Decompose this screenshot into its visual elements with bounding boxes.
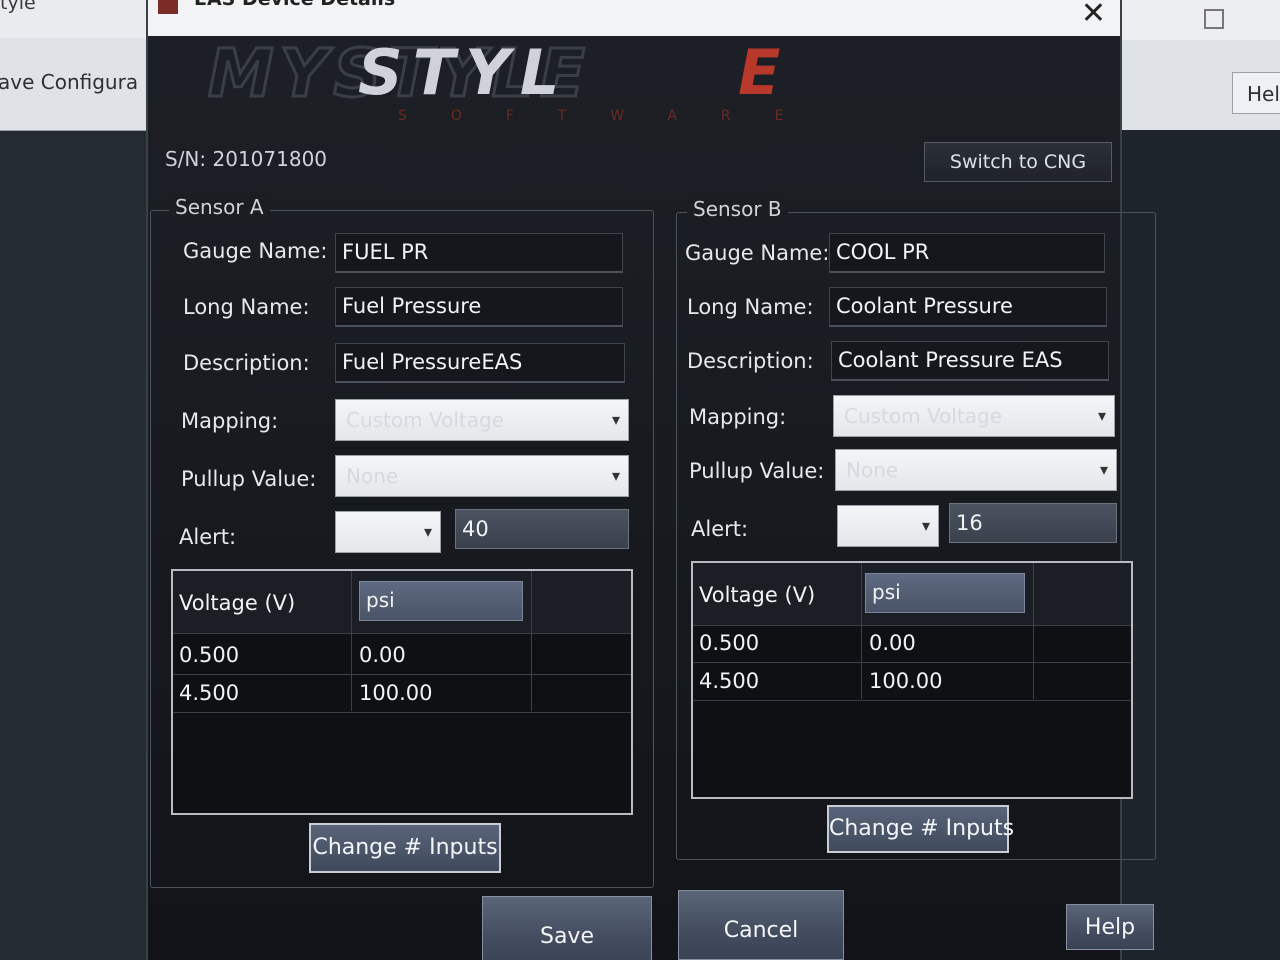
background-titlebar-right <box>1122 0 1280 40</box>
sensor-a-mapping-table: Voltage (V) psi 0.500 0.00 4.500 100.00 <box>171 569 633 815</box>
close-icon[interactable]: ✕ <box>1081 0 1106 31</box>
chevron-down-icon: ▾ <box>611 410 620 429</box>
value-cell[interactable]: 100.00 <box>869 663 942 700</box>
sensor-b-mapping-select[interactable]: Custom Voltage ▾ <box>833 395 1115 437</box>
sensor-a-group: Sensor A Gauge Name: FUEL PR Long Name: … <box>150 195 654 888</box>
help-button[interactable]: Help <box>1066 904 1154 950</box>
eas-device-details-dialog: EAS Device Details ✕ MYSTYLE STYL E SOFT… <box>146 0 1156 960</box>
background-app-title: tyle <box>0 0 36 14</box>
sensor-b-mapping-value: Custom Voltage <box>844 404 1002 428</box>
logo-e: E <box>738 44 780 109</box>
chevron-down-icon: ▾ <box>611 466 620 485</box>
long-name-label: Long Name: <box>183 295 310 319</box>
sensor-b-description-input[interactable]: Coolant Pressure EAS <box>831 341 1109 381</box>
gauge-name-label: Gauge Name: <box>183 239 328 263</box>
sensor-a-pullup-select[interactable]: None ▾ <box>335 455 629 497</box>
value-cell[interactable]: 100.00 <box>359 675 432 712</box>
sensor-b-mapping-table: Voltage (V) psi 0.500 0.00 4.500 100.00 <box>691 561 1133 799</box>
switch-to-cng-button[interactable]: Switch to CNG <box>924 142 1112 182</box>
mapping-label: Mapping: <box>181 409 279 433</box>
value-cell[interactable]: 0.00 <box>359 637 406 674</box>
sensor-a-description-input[interactable]: Fuel PressureEAS <box>335 343 625 383</box>
save-button[interactable]: Save <box>482 896 652 960</box>
unit-column-header[interactable]: psi <box>865 573 1025 613</box>
chevron-down-icon: ▾ <box>1099 460 1108 479</box>
sensor-a-legend: Sensor A <box>169 195 270 219</box>
sensor-a-mapping-value: Custom Voltage <box>346 408 504 432</box>
background-toolbar-right: Hel <box>1122 40 1280 130</box>
sensor-a-long-name-input[interactable]: Fuel Pressure <box>335 287 623 327</box>
value-cell[interactable]: 0.00 <box>869 625 916 662</box>
sensor-a-alert-condition-select[interactable]: ▾ <box>335 511 441 553</box>
sensor-b-alert-value-input[interactable]: 16 <box>949 503 1117 543</box>
sensor-b-long-name-input[interactable]: Coolant Pressure <box>829 287 1107 327</box>
table-row[interactable]: 4.500 100.00 <box>693 663 1131 701</box>
sensor-b-pullup-select[interactable]: None ▾ <box>835 449 1117 491</box>
chevron-down-icon: ▾ <box>921 516 930 535</box>
description-label: Description: <box>183 351 310 375</box>
dialog-titlebar: EAS Device Details ✕ <box>148 0 1120 36</box>
sensor-a-gauge-name-input[interactable]: FUEL PR <box>335 233 623 273</box>
voltage-column-header: Voltage (V) <box>179 591 296 615</box>
alert-label: Alert: <box>179 525 237 549</box>
maximize-icon[interactable] <box>1204 9 1224 29</box>
sensor-a-pullup-value: None <box>346 464 399 488</box>
background-app-window: tyle ave Configura <box>0 0 150 960</box>
background-help-button[interactable]: Hel <box>1232 72 1280 114</box>
sensor-b-legend: Sensor B <box>687 197 788 221</box>
column-divider <box>351 571 352 711</box>
background-titlebar: tyle <box>0 0 150 38</box>
description-label: Description: <box>687 349 814 373</box>
voltage-cell[interactable]: 0.500 <box>179 637 239 674</box>
voltage-column-header: Voltage (V) <box>699 583 816 607</box>
column-divider <box>861 563 862 699</box>
long-name-label: Long Name: <box>687 295 814 319</box>
mapping-label: Mapping: <box>689 405 787 429</box>
sensor-b-group: Sensor B Gauge Name: COOL PR Long Name: … <box>676 197 1156 860</box>
column-divider <box>1033 563 1034 699</box>
cancel-button[interactable]: Cancel <box>678 890 844 960</box>
table-header: Voltage (V) psi <box>173 571 631 634</box>
alert-label: Alert: <box>691 517 749 541</box>
background-toolbar: ave Configura <box>0 38 150 131</box>
voltage-cell[interactable]: 4.500 <box>699 663 759 700</box>
pullup-label: Pullup Value: <box>181 467 317 491</box>
sensor-b-change-inputs-button[interactable]: Change # Inputs <box>827 805 1014 853</box>
column-divider <box>531 571 532 711</box>
voltage-cell[interactable]: 4.500 <box>179 675 239 712</box>
gauge-name-label: Gauge Name: <box>685 241 830 265</box>
screen: tyle ave Configura Hel EAS Device Detail… <box>0 0 1280 960</box>
unit-column-header[interactable]: psi <box>359 581 523 621</box>
voltage-cell[interactable]: 0.500 <box>699 625 759 662</box>
serial-number: S/N: 201071800 <box>165 147 328 171</box>
table-row[interactable]: 0.500 0.00 <box>173 637 631 675</box>
sensor-a-mapping-select[interactable]: Custom Voltage ▾ <box>335 399 629 441</box>
table-row[interactable]: 4.500 100.00 <box>173 675 631 713</box>
app-icon <box>158 0 178 14</box>
sensor-b-gauge-name-input[interactable]: COOL PR <box>829 233 1105 273</box>
dialog-title: EAS Device Details <box>194 0 395 10</box>
save-configuration-menu[interactable]: ave Configura <box>0 70 138 94</box>
sensor-b-pullup-value: None <box>846 458 899 482</box>
chevron-down-icon: ▾ <box>423 522 432 541</box>
logo-graphic: MYSTYLE STYL E SOFTWARE <box>207 34 828 125</box>
mystyle-logo: MYSTYLE STYL E SOFTWARE <box>207 34 868 125</box>
logo-subtext: SOFTWARE <box>398 108 828 124</box>
pullup-label: Pullup Value: <box>689 459 825 483</box>
chevron-down-icon: ▾ <box>1097 406 1106 425</box>
table-header: Voltage (V) psi <box>693 563 1131 626</box>
sensor-b-alert-condition-select[interactable]: ▾ <box>837 505 939 547</box>
logo-text: STYL <box>358 44 569 109</box>
sensor-a-alert-value-input[interactable]: 40 <box>455 509 629 549</box>
table-row[interactable]: 0.500 0.00 <box>693 625 1131 663</box>
sensor-a-change-inputs-button[interactable]: Change # Inputs <box>309 823 501 873</box>
